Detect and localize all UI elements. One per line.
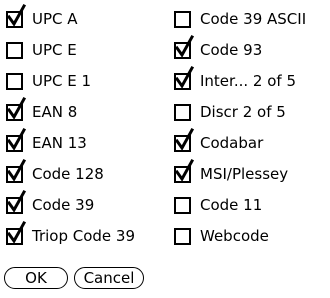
- checkbox-code-128[interactable]: Code 128: [6, 158, 174, 190]
- checkbox-label: UPC E: [32, 41, 77, 59]
- checkbox-code-39[interactable]: Code 39: [6, 189, 174, 221]
- checkbox-triop-code-39[interactable]: Triop Code 39: [6, 220, 174, 252]
- checkmark-icon: [6, 189, 27, 213]
- checkbox[interactable]: [174, 228, 191, 245]
- cancel-button[interactable]: Cancel: [74, 267, 144, 289]
- checkmark-icon: [174, 158, 195, 182]
- checkbox[interactable]: [6, 127, 27, 152]
- checkbox[interactable]: [174, 197, 191, 214]
- checkmark-icon: [6, 3, 27, 27]
- checkbox-label: Code 39 ASCII: [200, 10, 307, 28]
- ok-button[interactable]: OK: [4, 267, 68, 289]
- checkbox[interactable]: [6, 96, 27, 121]
- checkbox-msi-plessey[interactable]: MSI/Plessey: [174, 158, 326, 190]
- dialog-buttons: OK Cancel: [4, 267, 144, 289]
- checkbox-label: Discr 2 of 5: [200, 103, 286, 121]
- checkbox-code-11[interactable]: Code 11: [174, 190, 326, 221]
- checkmark-icon: [6, 220, 27, 244]
- checkmark-icon: [6, 158, 27, 182]
- checkbox-label: UPC E 1: [32, 72, 92, 90]
- checkmark-icon: [6, 96, 27, 120]
- checkbox-upc-e[interactable]: UPC E: [6, 35, 174, 66]
- checkbox-label: EAN 8: [32, 103, 78, 121]
- checkbox-label: EAN 13: [32, 134, 87, 152]
- checkmark-icon: [174, 127, 195, 151]
- checkbox[interactable]: [174, 65, 195, 90]
- barcode-options-grid: UPC A Code 39 ASCII UPC E Code 93 UPC E …: [6, 3, 326, 252]
- checkbox[interactable]: [174, 34, 195, 59]
- checkbox[interactable]: [174, 127, 195, 152]
- checkbox[interactable]: [6, 220, 27, 245]
- checkbox-code-39-ascii[interactable]: Code 39 ASCII: [174, 4, 326, 35]
- checkbox-label: Triop Code 39: [32, 227, 136, 245]
- checkbox-label: Code 128: [32, 165, 104, 183]
- checkbox-label: UPC A: [32, 10, 78, 28]
- checkbox[interactable]: [6, 158, 27, 183]
- checkbox-label: Codabar: [200, 134, 264, 152]
- checkmark-icon: [174, 34, 195, 58]
- checkbox-label: Inter... 2 of 5: [200, 72, 296, 90]
- checkbox-label: Webcode: [200, 227, 269, 245]
- checkbox[interactable]: [174, 104, 191, 121]
- checkbox[interactable]: [6, 189, 27, 214]
- checkbox-code-93[interactable]: Code 93: [174, 34, 326, 66]
- checkbox-label: Code 39: [32, 196, 95, 214]
- checkbox-interleaved-2-of-5[interactable]: Inter... 2 of 5: [174, 65, 326, 97]
- checkbox-ean-13[interactable]: EAN 13: [6, 127, 174, 159]
- checkbox-upc-a[interactable]: UPC A: [6, 3, 174, 35]
- checkbox-webcode[interactable]: Webcode: [174, 221, 326, 252]
- checkbox-ean-8[interactable]: EAN 8: [6, 96, 174, 128]
- checkmark-icon: [174, 65, 195, 89]
- checkbox[interactable]: [6, 3, 27, 28]
- checkbox[interactable]: [6, 42, 23, 59]
- checkbox[interactable]: [6, 73, 23, 90]
- checkbox[interactable]: [174, 11, 191, 28]
- checkbox-upc-e-1[interactable]: UPC E 1: [6, 66, 174, 97]
- checkbox[interactable]: [174, 158, 195, 183]
- checkmark-icon: [6, 127, 27, 151]
- checkbox-label: Code 11: [200, 196, 263, 214]
- checkbox-discrete-2-of-5[interactable]: Discr 2 of 5: [174, 97, 326, 128]
- checkbox-codabar[interactable]: Codabar: [174, 127, 326, 159]
- checkbox-label: MSI/Plessey: [200, 165, 289, 183]
- checkbox-label: Code 93: [200, 41, 263, 59]
